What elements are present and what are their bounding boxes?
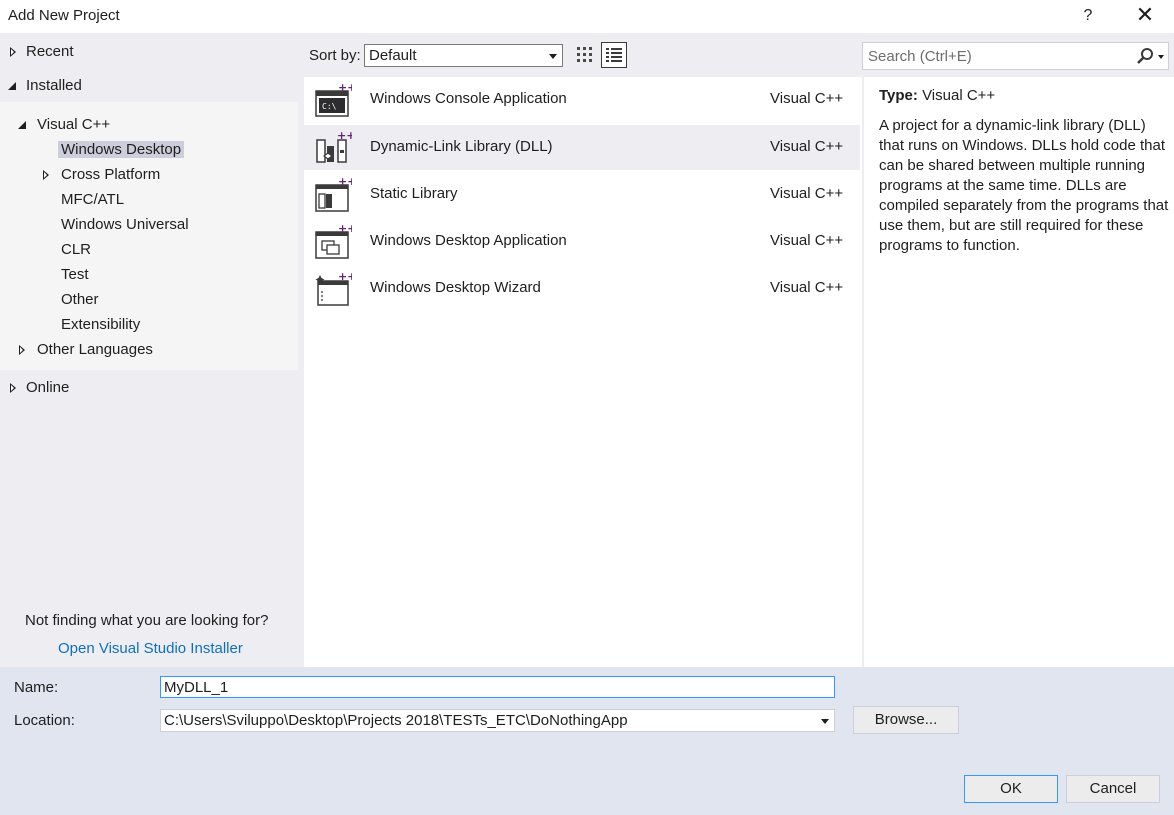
tree-item-label: Cross Platform (61, 166, 161, 183)
console-app-icon: C:\ ++ (315, 82, 352, 117)
template-item-desktop-app[interactable]: ++ Windows Desktop Application Visual C+… (304, 219, 860, 264)
sort-by-label: Sort by: (309, 47, 361, 64)
tree-item-label: Extensibility (61, 316, 141, 333)
tree-item-label: MFC/ATL (61, 191, 125, 208)
tree-item-other-languages[interactable]: Other Languages (17, 338, 153, 362)
location-select[interactable]: C:\Users\Sviluppo\Desktop\Projects 2018\… (160, 709, 835, 732)
expand-arrow-icon[interactable] (8, 376, 18, 400)
search-box[interactable] (862, 42, 1169, 70)
template-language: Visual C++ (770, 279, 844, 296)
tree-item-label: CLR (61, 241, 92, 258)
tree-item-label: Online (26, 379, 70, 396)
svg-text:++: ++ (337, 130, 352, 142)
tree-item-clr[interactable]: CLR (61, 238, 91, 262)
expand-arrow-icon[interactable] (8, 40, 18, 64)
project-name-input[interactable] (160, 676, 835, 698)
svg-text:C:\: C:\ (322, 102, 337, 111)
desktop-wizard-icon: ++ (315, 271, 352, 306)
list-view-icon (606, 48, 622, 62)
list-view-button[interactable] (601, 42, 627, 68)
template-language: Visual C++ (770, 90, 844, 107)
type-label: Type: (879, 87, 918, 104)
template-language: Visual C++ (770, 232, 844, 249)
dll-icon: ++ (316, 130, 352, 163)
template-item-static-library[interactable]: ++ Static Library Visual C++ (304, 172, 860, 217)
template-item-dll[interactable]: ++ Dynamic-Link Library (DLL) Visual C++ (304, 125, 860, 170)
tree-item-label: Test (61, 266, 89, 283)
help-button[interactable]: ? (1077, 4, 1099, 28)
template-list: C:\ ++ Windows Console Application Visua… (304, 77, 862, 667)
tree-item-windows-universal[interactable]: Windows Universal (61, 213, 189, 237)
tree-item-cross-platform[interactable]: Cross Platform (41, 163, 160, 187)
description-text: A project for a dynamic-link library (DL… (879, 117, 1169, 254)
tree-item-test[interactable]: Test (61, 263, 89, 287)
tree-item-visual-cpp[interactable]: Visual C++ (18, 113, 110, 137)
template-item-console-app[interactable]: C:\ ++ Windows Console Application Visua… (304, 77, 860, 122)
tree-item-label: Windows Universal (61, 216, 189, 233)
not-finding-text: Not finding what you are looking for? (25, 612, 269, 629)
location-label: Location: (14, 712, 75, 729)
tree-item-extensibility[interactable]: Extensibility (61, 313, 140, 337)
svg-text:++: ++ (338, 82, 352, 94)
sort-by-select[interactable]: Default (364, 44, 563, 67)
chevron-down-icon (549, 54, 557, 59)
collapse-arrow-icon[interactable] (18, 113, 28, 137)
sort-by-value: Default (369, 47, 417, 64)
svg-text:++: ++ (338, 177, 352, 188)
small-icons-view-button[interactable] (572, 42, 598, 68)
template-language: Visual C++ (770, 138, 844, 155)
template-name: Windows Desktop Application (370, 232, 567, 249)
description-panel: Type: Visual C++ A project for a dynamic… (864, 77, 1174, 667)
grid-view-icon (577, 47, 592, 62)
cancel-button[interactable]: Cancel (1066, 775, 1160, 803)
name-label: Name: (14, 679, 59, 696)
tree-item-installed[interactable]: Installed (8, 74, 82, 98)
svg-text:++: ++ (338, 271, 352, 283)
template-name: Windows Console Application (370, 90, 567, 107)
template-language: Visual C++ (770, 185, 844, 202)
template-name: Static Library (370, 185, 458, 202)
tree-item-label: Visual C++ (37, 116, 111, 133)
desktop-app-icon: ++ (315, 224, 352, 259)
tree-item-label: Windows Desktop (58, 141, 185, 158)
ok-button[interactable]: OK (964, 775, 1058, 803)
chevron-down-icon[interactable] (1158, 55, 1164, 59)
tree-item-label: Other (61, 291, 99, 308)
tree-item-label: Installed (26, 77, 82, 94)
browse-button[interactable]: Browse... (853, 706, 959, 734)
tree-item-other[interactable]: Other (61, 288, 99, 312)
tree-item-online[interactable]: Online (8, 376, 69, 400)
template-name: Dynamic-Link Library (DLL) (370, 138, 553, 155)
tree-item-recent[interactable]: Recent (8, 40, 74, 64)
expand-arrow-icon[interactable] (17, 338, 27, 362)
expand-arrow-icon[interactable] (41, 163, 51, 187)
template-item-desktop-wizard[interactable]: ++ Windows Desktop Wizard Visual C++ (304, 266, 860, 311)
search-input[interactable] (868, 46, 1128, 66)
dialog-title: Add New Project (8, 7, 120, 24)
location-value: C:\Users\Sviluppo\Desktop\Projects 2018\… (164, 712, 628, 729)
tree-item-windows-desktop[interactable]: Windows Desktop (58, 138, 185, 162)
tree-item-mfc-atl[interactable]: MFC/ATL (61, 188, 124, 212)
search-icon[interactable] (1135, 46, 1155, 66)
type-line: Type: Visual C++ (879, 87, 995, 104)
template-name: Windows Desktop Wizard (370, 279, 541, 296)
collapse-arrow-icon[interactable] (8, 74, 18, 98)
static-library-icon: ++ (315, 177, 352, 212)
open-installer-link[interactable]: Open Visual Studio Installer (58, 640, 243, 657)
type-value: Visual C++ (922, 87, 996, 104)
tree-item-label: Recent (26, 43, 74, 60)
tree-item-label: Other Languages (37, 341, 153, 358)
chevron-down-icon[interactable] (821, 719, 829, 724)
title-bar: Add New Project ? ✕ (0, 0, 1174, 33)
svg-text:++: ++ (338, 224, 352, 235)
close-button[interactable]: ✕ (1133, 4, 1157, 28)
